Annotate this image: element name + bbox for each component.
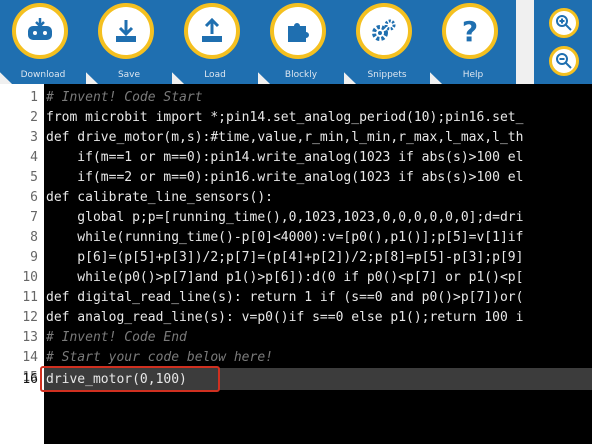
line-number: 4 [30, 150, 38, 165]
code-line: def calibrate_line_sensors(): [46, 190, 273, 205]
code-line: def digital_read_line(s): return 1 if (s… [46, 290, 524, 305]
annotation-highlight-box [40, 366, 220, 392]
code-line: if(m==1 or m==0):pin14.write_analog(1023… [46, 150, 524, 165]
help-button[interactable]: ? Help [430, 0, 516, 84]
zoom-in-button[interactable] [549, 8, 579, 38]
line-number: 2 [30, 110, 38, 125]
blockly-button[interactable]: Blockly [258, 0, 344, 84]
download-icon [98, 3, 154, 59]
question-icon: ? [442, 3, 498, 59]
line-number: 7 [30, 210, 38, 225]
line-number: 9 [30, 250, 38, 265]
puzzle-icon [270, 3, 326, 59]
snippets-label: Snippets [367, 70, 407, 80]
code-line: global p;p=[running_time(),0,1023,1023,0… [46, 210, 524, 225]
help-label: Help [462, 70, 484, 80]
zoom-panel [534, 0, 592, 84]
blockly-label: Blockly [284, 70, 318, 80]
code-line: def drive_motor(m,s):#time,value,r_min,l… [46, 130, 524, 145]
code-line: while(running_time()-p[0]<4000):v=[p0(),… [46, 230, 524, 245]
snippets-button[interactable]: Snippets [344, 0, 430, 84]
code-line: while(p0()>p[7]and p1()>p[6]):d(0 if p0(… [46, 270, 524, 285]
code-line: # Invent! Code End [46, 330, 187, 345]
code-line: def analog_read_line(s): v=p0()if s==0 e… [46, 310, 524, 325]
line-number: 11 [22, 290, 38, 305]
code-line: p[6]=(p[5]+p[3])/2;p[7]=(p[4]+p[2])/2;p[… [46, 250, 524, 265]
line-number: 6 [30, 190, 38, 205]
save-button[interactable]: Save [86, 0, 172, 84]
line-number: 3 [30, 130, 38, 145]
load-button[interactable]: Load [172, 0, 258, 84]
line-number-active: 16 [22, 372, 38, 387]
line-number: 13 [22, 330, 38, 345]
line-number: 8 [30, 230, 38, 245]
toolbar: Download Save Load Blockly Snippets ? He… [0, 0, 592, 84]
line-number: 12 [22, 310, 38, 325]
line-number: 10 [22, 270, 38, 285]
load-label: Load [204, 70, 226, 80]
line-number: 1 [30, 90, 38, 105]
zoom-in-icon [556, 15, 572, 31]
line-number: 14 [22, 350, 38, 365]
save-label: Save [117, 70, 141, 80]
download-button[interactable]: Download [0, 0, 86, 84]
code-line: # Start your code below here! [46, 350, 273, 365]
code-line: if(m==2 or m==0):pin16.write_analog(1023… [46, 170, 524, 185]
code-line: # Invent! Code Start [46, 90, 203, 105]
line-number: 5 [30, 170, 38, 185]
gears-icon [356, 3, 412, 59]
line-number-gutter: 1 2 3 4 5 6 7 8 9 10 11 12 13 14 15 16 [0, 84, 44, 444]
zoom-out-button[interactable] [549, 46, 579, 76]
code-line: from microbit import *;pin14.set_analog_… [46, 110, 524, 125]
microbit-icon [12, 3, 68, 59]
upload-icon [184, 3, 240, 59]
download-label: Download [20, 70, 66, 80]
zoom-out-icon [556, 53, 572, 69]
